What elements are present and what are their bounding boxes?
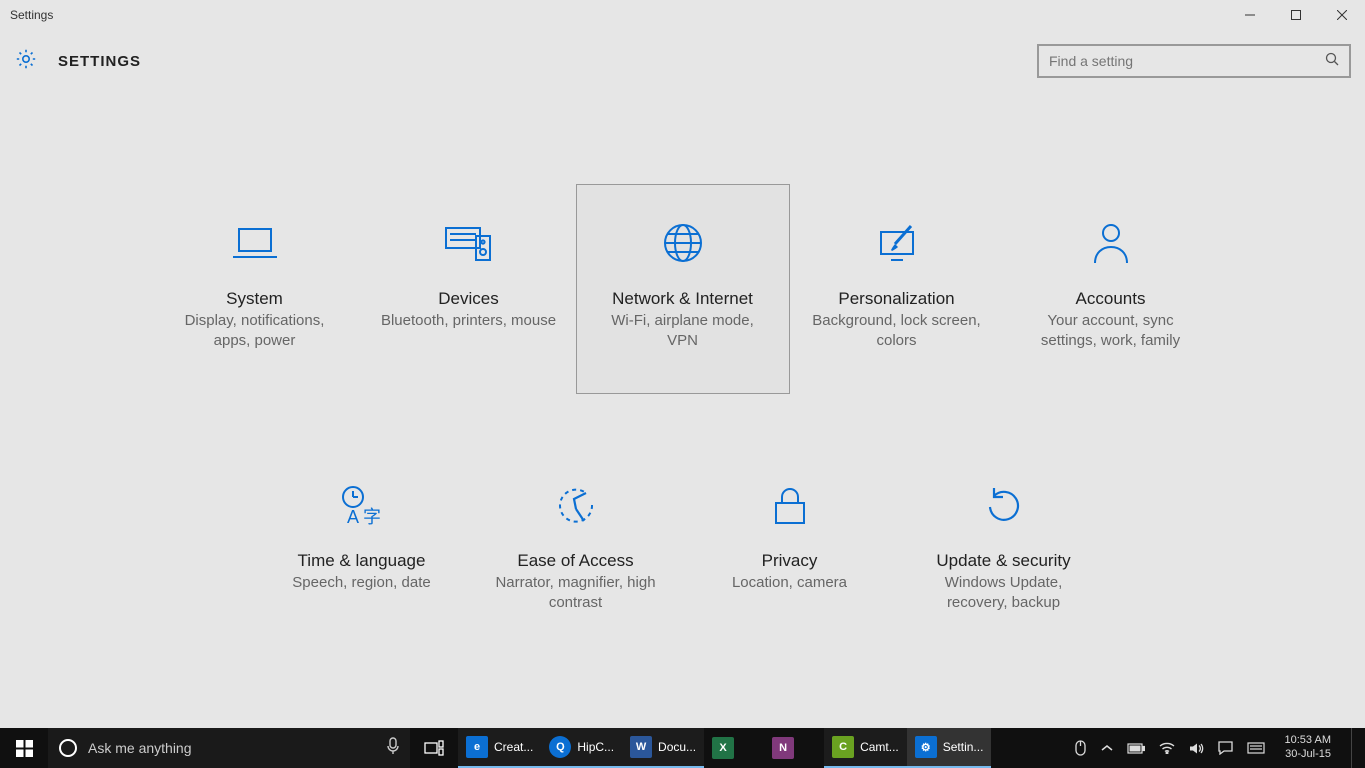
- task-view-icon: [424, 740, 444, 756]
- tile-desc: Background, lock screen, colors: [791, 311, 1003, 352]
- taskbar-app-hipchat[interactable]: Q HipC...: [541, 728, 622, 768]
- tile-devices[interactable]: Devices Bluetooth, printers, mouse: [362, 184, 576, 394]
- tile-desc: Bluetooth, printers, mouse: [363, 311, 574, 331]
- taskbar-app-word[interactable]: W Docu...: [622, 728, 704, 768]
- tile-update-security[interactable]: Update & security Windows Update, recove…: [897, 446, 1111, 656]
- search-icon: [1325, 52, 1339, 71]
- window-controls: [1227, 0, 1365, 30]
- paintbrush-monitor-icon: [873, 215, 921, 271]
- tile-title: Ease of Access: [517, 551, 633, 571]
- onenote-icon: N: [772, 737, 794, 759]
- clock-time: 10:53 AM: [1285, 734, 1331, 748]
- settings-app-icon: ⚙: [915, 736, 937, 758]
- maximize-button[interactable]: [1273, 0, 1319, 30]
- lock-icon: [772, 477, 808, 533]
- tile-title: Time & language: [298, 551, 426, 571]
- tile-personalization[interactable]: Personalization Background, lock screen,…: [790, 184, 1004, 394]
- taskbar-clock[interactable]: 10:53 AM 30-Jul-15: [1279, 734, 1337, 762]
- app-header: SETTINGS: [0, 30, 1365, 92]
- tile-accounts[interactable]: Accounts Your account, sync settings, wo…: [1004, 184, 1218, 394]
- clock-language-icon: A字: [337, 477, 387, 533]
- microphone-icon[interactable]: [386, 737, 400, 760]
- tile-desc: Location, camera: [714, 573, 865, 593]
- settings-window: Settings SETTINGS: [0, 0, 1365, 728]
- taskbar-app-edge[interactable]: e Creat...: [458, 728, 541, 768]
- tile-desc: Speech, region, date: [274, 573, 448, 593]
- windows-logo-icon: [16, 740, 33, 757]
- update-arrows-icon: [982, 477, 1026, 533]
- cortana-placeholder: Ask me anything: [88, 740, 192, 756]
- taskbar-app-camtasia[interactable]: C Camt...: [824, 728, 907, 768]
- svg-text:A: A: [347, 507, 359, 527]
- camtasia-icon: C: [832, 736, 854, 758]
- battery-icon[interactable]: [1127, 743, 1145, 754]
- volume-icon[interactable]: [1189, 742, 1204, 755]
- taskbar-app-settings[interactable]: ⚙ Settin...: [907, 728, 992, 768]
- globe-icon: [661, 215, 705, 271]
- system-tray: 10:53 AM 30-Jul-15: [1066, 728, 1365, 768]
- edge-icon: e: [466, 736, 488, 758]
- tile-title: Personalization: [838, 289, 954, 309]
- taskbar-app-label: Settin...: [943, 740, 984, 754]
- taskbar: Ask me anything e Creat... Q HipC... W D…: [0, 728, 1365, 768]
- window-title: Settings: [10, 8, 53, 22]
- tile-title: Devices: [438, 289, 498, 309]
- tile-title: Accounts: [1076, 289, 1146, 309]
- task-view-button[interactable]: [410, 728, 458, 768]
- excel-icon: X: [712, 737, 734, 759]
- tile-desc: Wi-Fi, airplane mode, VPN: [577, 311, 789, 352]
- tile-desc: Your account, sync settings, work, famil…: [1005, 311, 1217, 352]
- tile-title: Privacy: [762, 551, 818, 571]
- titlebar: Settings: [0, 0, 1365, 30]
- close-icon: [1337, 10, 1347, 20]
- cortana-icon: [58, 738, 78, 758]
- action-center-icon[interactable]: [1218, 741, 1233, 755]
- start-button[interactable]: [0, 728, 48, 768]
- hipchat-icon: Q: [549, 736, 571, 758]
- search-input[interactable]: [1049, 53, 1325, 69]
- taskbar-app-onenote[interactable]: N: [764, 728, 824, 768]
- tile-title: Update & security: [936, 551, 1070, 571]
- taskbar-apps: e Creat... Q HipC... W Docu... X N C Cam…: [458, 728, 991, 768]
- tile-desc: Narrator, magnifier, high contrast: [470, 573, 682, 614]
- chevron-up-icon[interactable]: [1101, 744, 1113, 752]
- cortana-search[interactable]: Ask me anything: [48, 728, 410, 768]
- taskbar-app-label: Docu...: [658, 740, 696, 754]
- taskbar-app-label: Camt...: [860, 740, 899, 754]
- tiles-grid: System Display, notifications, apps, pow…: [0, 92, 1365, 656]
- tile-privacy[interactable]: Privacy Location, camera: [683, 446, 897, 656]
- ease-of-access-icon: [554, 477, 598, 533]
- svg-text:字: 字: [363, 507, 381, 527]
- page-title: SETTINGS: [58, 53, 141, 70]
- minimize-icon: [1245, 10, 1255, 20]
- keyboard-tray-icon[interactable]: [1247, 742, 1265, 754]
- keyboard-speaker-icon: [444, 215, 494, 271]
- tile-desc: Windows Update, recovery, backup: [898, 573, 1110, 614]
- tile-desc: Display, notifications, apps, power: [149, 311, 361, 352]
- tile-time-language[interactable]: A字 Time & language Speech, region, date: [255, 446, 469, 656]
- mouse-tray-icon[interactable]: [1074, 740, 1087, 756]
- word-icon: W: [630, 736, 652, 758]
- tile-ease-of-access[interactable]: Ease of Access Narrator, magnifier, high…: [469, 446, 683, 656]
- minimize-button[interactable]: [1227, 0, 1273, 30]
- taskbar-app-excel[interactable]: X: [704, 728, 764, 768]
- tile-title: System: [226, 289, 283, 309]
- tile-title: Network & Internet: [612, 289, 753, 309]
- wifi-icon[interactable]: [1159, 742, 1175, 754]
- laptop-icon: [231, 215, 279, 271]
- taskbar-app-label: Creat...: [494, 740, 533, 754]
- search-box[interactable]: [1037, 44, 1351, 78]
- taskbar-app-label: HipC...: [577, 740, 614, 754]
- close-button[interactable]: [1319, 0, 1365, 30]
- clock-date: 30-Jul-15: [1285, 748, 1331, 762]
- maximize-icon: [1291, 10, 1301, 20]
- tile-network[interactable]: Network & Internet Wi-Fi, airplane mode,…: [576, 184, 790, 394]
- gear-icon: [14, 47, 38, 76]
- tile-system[interactable]: System Display, notifications, apps, pow…: [148, 184, 362, 394]
- show-desktop-button[interactable]: [1351, 728, 1357, 768]
- person-icon: [1091, 215, 1131, 271]
